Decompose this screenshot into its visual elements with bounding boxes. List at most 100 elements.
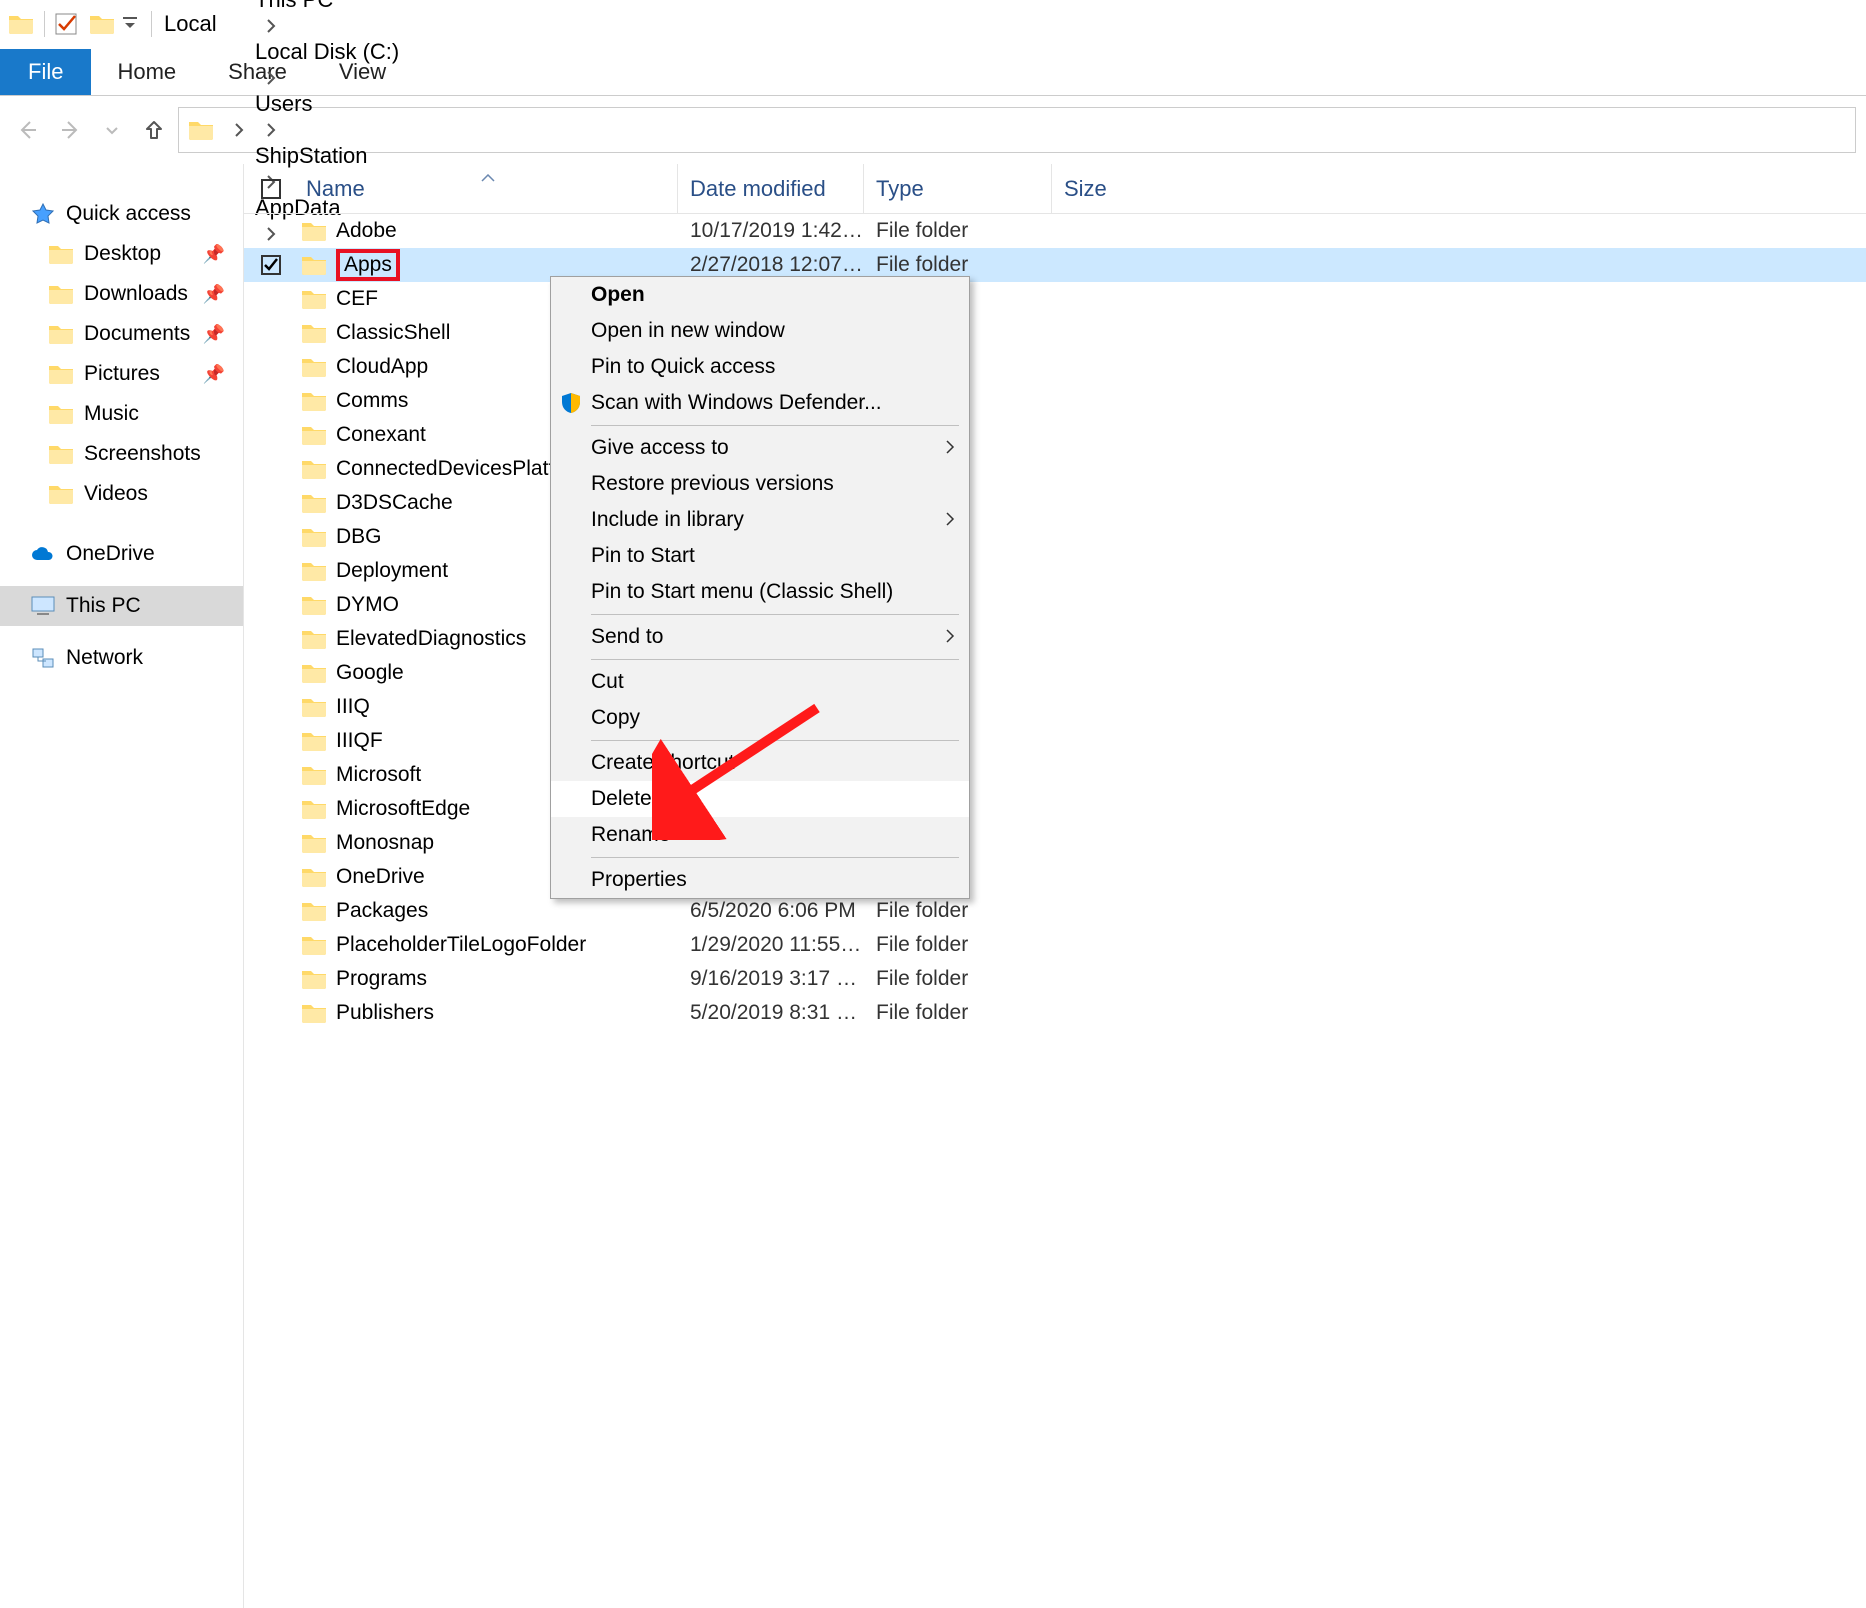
sidebar-item[interactable]: Videos [0,474,243,514]
address-bar[interactable]: This PCLocal Disk (C:)UsersShipStationAp… [178,107,1856,153]
menu-open-new-window[interactable]: Open in new window [551,313,969,349]
file-row[interactable]: D3DSCache [244,486,1866,520]
file-name: IIIQF [336,729,383,753]
file-row[interactable]: Google [244,656,1866,690]
file-row[interactable]: MicrosoftEdge [244,792,1866,826]
file-row[interactable]: Publishers 5/20/2019 8:31 PM File folder [244,996,1866,1030]
sidebar-item[interactable]: Pictures 📌 [0,354,243,394]
file-name: Conexant [336,423,426,447]
chevron-right-icon[interactable] [265,13,277,38]
select-all-checkbox[interactable] [261,179,281,199]
menu-copy[interactable]: Copy [551,700,969,736]
sidebar-onedrive[interactable]: OneDrive [0,534,243,574]
sidebar-label: OneDrive [66,542,155,566]
menu-include-library[interactable]: Include in library [551,502,969,538]
file-row[interactable]: OneDrive [244,860,1866,894]
menu-divider [591,740,959,741]
file-row[interactable]: Comms [244,384,1866,418]
file-name: Publishers [336,1001,434,1025]
breadcrumb-item[interactable]: This PC [255,0,399,13]
menu-defender[interactable]: Scan with Windows Defender... [551,385,969,421]
sidebar-network[interactable]: Network [0,638,243,678]
file-row[interactable]: Conexant [244,418,1866,452]
file-row[interactable]: Packages 6/5/2020 6:06 PM File folder [244,894,1866,928]
menu-properties[interactable]: Properties [551,862,969,898]
chevron-right-icon[interactable] [265,117,277,142]
chevron-right-icon[interactable] [233,117,245,143]
sidebar-item[interactable]: Documents📌 [0,314,243,354]
column-type[interactable]: Type [864,164,1052,213]
pin-icon: 📌 [203,324,225,345]
file-row[interactable]: Deployment [244,554,1866,588]
file-type: File folder [864,219,1052,243]
menu-open[interactable]: Open [551,277,969,313]
menu-pin-start[interactable]: Pin to Start [551,538,969,574]
breadcrumb-item[interactable]: Local Disk (C:) [255,39,399,65]
file-date: 6/5/2020 6:06 PM [678,899,864,923]
folder-icon [48,441,74,467]
folder-icon [302,731,326,751]
sidebar-item[interactable]: Downloads📌 [0,274,243,314]
menu-create-shortcut[interactable]: Create shortcut [551,745,969,781]
onedrive-icon [30,541,56,567]
file-row[interactable]: ClassicShell [244,316,1866,350]
pin-icon: 📌 [203,364,225,385]
column-date[interactable]: Date modified [678,164,864,213]
file-row[interactable]: Adobe 10/17/2019 1:42 P... File folder [244,214,1866,248]
file-row[interactable]: ConnectedDevicesPlatform [244,452,1866,486]
file-row[interactable]: DBG [244,520,1866,554]
row-checkbox[interactable] [261,255,281,275]
sidebar-quick-access[interactable]: Quick access [0,194,243,234]
forward-button[interactable] [52,112,88,148]
file-row[interactable]: PlaceholderTileLogoFolder 1/29/2020 11:5… [244,928,1866,962]
menu-give-access[interactable]: Give access to [551,430,969,466]
file-row[interactable]: CEF [244,282,1866,316]
sidebar-item[interactable]: Desktop📌 [0,234,243,274]
folder-icon [302,799,326,819]
file-row[interactable]: Programs 9/16/2019 3:17 PM File folder [244,962,1866,996]
chevron-right-icon [945,508,955,532]
file-row[interactable]: CloudApp [244,350,1866,384]
file-row[interactable]: DYMO [244,588,1866,622]
sidebar-item-label: Music [84,402,139,426]
file-row[interactable]: IIIQF [244,724,1866,758]
properties-checkbox-icon[interactable] [49,7,83,41]
file-name: Packages [336,899,428,923]
recent-dropdown[interactable] [94,112,130,148]
menu-pin-quick[interactable]: Pin to Quick access [551,349,969,385]
menu-pin-start-classic[interactable]: Pin to Start menu (Classic Shell) [551,574,969,610]
folder-icon [4,7,38,41]
file-row[interactable]: Microsoft [244,758,1866,792]
tab-home[interactable]: Home [91,49,202,95]
column-name[interactable]: Name [298,164,678,213]
file-name: Comms [336,389,408,413]
folder-icon [302,901,326,921]
menu-send-to[interactable]: Send to [551,619,969,655]
sidebar-item[interactable]: Screenshots [0,434,243,474]
file-name: IIIQ [336,695,370,719]
folder-icon [302,323,326,343]
folder-icon [302,765,326,785]
sidebar-this-pc[interactable]: This PC [0,586,243,626]
menu-delete[interactable]: Delete [551,781,969,817]
sidebar-item-label: Pictures [84,362,160,386]
qa-dropdown-icon[interactable] [123,11,137,37]
chevron-right-icon[interactable] [265,65,277,90]
sidebar-item[interactable]: Music [0,394,243,434]
file-row[interactable]: ElevatedDiagnostics [244,622,1866,656]
folder-icon [302,867,326,887]
menu-divider [591,425,959,426]
menu-cut[interactable]: Cut [551,664,969,700]
shield-icon [557,389,585,417]
back-button[interactable] [10,112,46,148]
file-row[interactable]: Monosnap [244,826,1866,860]
folder-icon [302,629,326,649]
file-row[interactable]: Apps 2/27/2018 12:07 P... File folder [244,248,1866,282]
menu-rename[interactable]: Rename [551,817,969,853]
up-button[interactable] [136,112,172,148]
menu-restore[interactable]: Restore previous versions [551,466,969,502]
file-tab[interactable]: File [0,49,91,95]
breadcrumb-item[interactable]: Users [255,91,399,117]
column-size[interactable]: Size [1052,176,1866,202]
file-row[interactable]: IIIQ [244,690,1866,724]
